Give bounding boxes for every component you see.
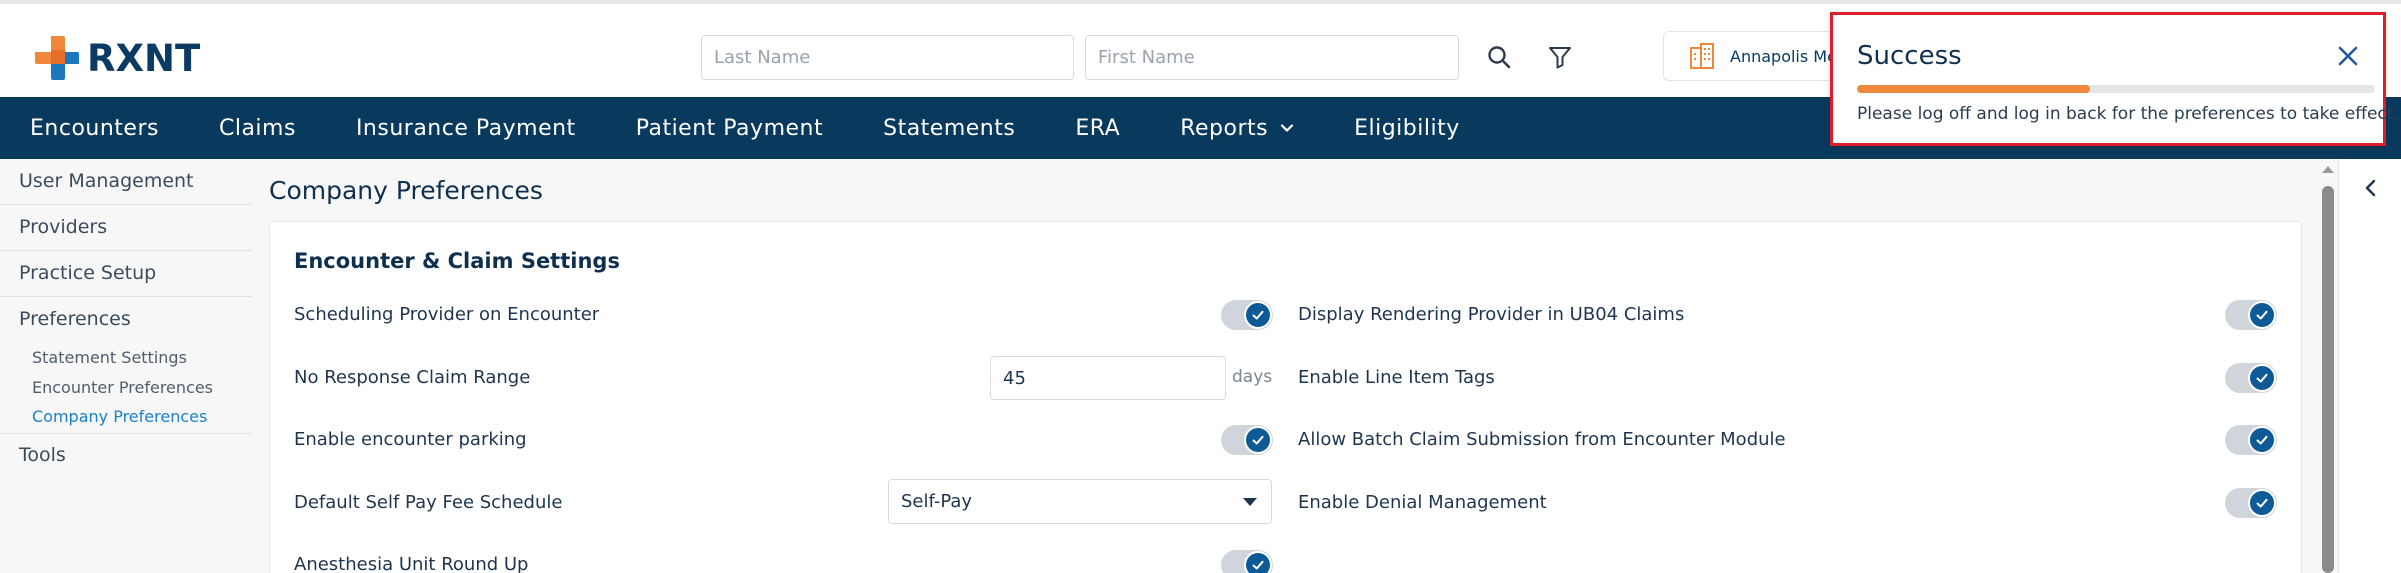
setting-label: Display Rendering Provider in UB04 Claim… xyxy=(1298,304,1685,325)
check-icon xyxy=(1252,435,1264,445)
setting-label: Enable encounter parking xyxy=(294,429,527,450)
page-title: Company Preferences xyxy=(269,176,543,205)
no-response-claim-range-input[interactable] xyxy=(990,356,1226,400)
anesthesia-round-up-toggle[interactable] xyxy=(1221,550,1273,573)
practice-name: Annapolis Me xyxy=(1730,46,1837,66)
toast-progress-bar xyxy=(1857,85,2375,93)
logo-text: RXNT xyxy=(87,36,201,80)
toast-message: Please log off and log in back for the p… xyxy=(1857,104,2399,124)
sidebar-item-preferences[interactable]: Preferences xyxy=(0,308,250,330)
toggle-knob xyxy=(2248,426,2276,454)
setting-label: No Response Claim Range xyxy=(294,367,531,388)
batch-claim-submission-toggle[interactable] xyxy=(2225,425,2277,455)
nav-era[interactable]: ERA xyxy=(1045,97,1150,159)
chevron-down-icon xyxy=(1280,124,1294,132)
toggle-knob xyxy=(2248,301,2276,329)
nav-patient-payment[interactable]: Patient Payment xyxy=(606,97,853,159)
sidebar-divider xyxy=(0,433,252,434)
check-icon xyxy=(1252,310,1264,320)
self-pay-fee-schedule-select[interactable]: Self-Pay xyxy=(888,479,1272,524)
nav-insurance-payment[interactable]: Insurance Payment xyxy=(326,97,606,159)
chevron-left-icon[interactable] xyxy=(2360,177,2382,199)
sidebar-sub-encounter-preferences[interactable]: Encounter Preferences xyxy=(32,378,213,397)
close-icon[interactable] xyxy=(2335,43,2361,69)
success-toast: Success Please log off and log in back f… xyxy=(1830,12,2399,146)
toggle-knob xyxy=(1244,426,1272,454)
rendering-provider-ub04-toggle[interactable] xyxy=(2225,300,2277,330)
caret-down-icon xyxy=(1243,498,1257,506)
toggle-knob xyxy=(2248,489,2276,517)
toast-title: Success xyxy=(1857,41,1962,71)
search-button[interactable] xyxy=(1482,40,1516,74)
select-value: Self-Pay xyxy=(901,491,973,512)
building-icon xyxy=(1690,43,1714,69)
nav-reports[interactable]: Reports xyxy=(1150,97,1324,159)
toggle-knob xyxy=(1244,301,1272,329)
first-name-input[interactable] xyxy=(1085,35,1459,80)
sidebar-item-providers[interactable]: Providers xyxy=(0,216,250,238)
filter-icon xyxy=(1549,47,1571,69)
right-panel xyxy=(2338,159,2401,573)
rxnt-logo[interactable]: RXNT xyxy=(33,32,200,84)
setting-label: Anesthesia Unit Round Up xyxy=(294,554,529,573)
sidebar-divider xyxy=(0,296,252,297)
search-icon xyxy=(1488,46,1511,69)
section-title: Encounter & Claim Settings xyxy=(294,249,620,273)
check-icon xyxy=(2256,373,2268,383)
sidebar-sub-company-preferences[interactable]: Company Preferences xyxy=(32,407,207,426)
setting-label: Enable Line Item Tags xyxy=(1298,367,1495,388)
days-unit: days xyxy=(1232,367,1273,387)
last-name-input[interactable] xyxy=(701,35,1074,80)
toggle-knob xyxy=(1244,551,1272,573)
sidebar-item-practice-setup[interactable]: Practice Setup xyxy=(0,262,250,284)
sidebar-item-tools[interactable]: Tools xyxy=(0,444,250,466)
setting-label: Allow Batch Claim Submission from Encoun… xyxy=(1298,429,1786,450)
setting-label: Scheduling Provider on Encounter xyxy=(294,304,600,325)
scheduling-provider-toggle[interactable] xyxy=(1221,300,1273,330)
logo-cross-icon xyxy=(35,36,79,80)
settings-card xyxy=(269,221,2302,573)
nav-reports-label: Reports xyxy=(1180,115,1269,141)
toast-progress-fill xyxy=(1857,85,2091,93)
denial-management-toggle[interactable] xyxy=(2225,488,2277,518)
nav-eligibility[interactable]: Eligibility xyxy=(1324,97,1490,159)
sidebar-divider xyxy=(0,204,252,205)
practice-selector[interactable]: Annapolis Me xyxy=(1663,31,1843,81)
nav-encounters[interactable]: Encounters xyxy=(0,97,189,159)
scroll-up-arrow-icon[interactable] xyxy=(2322,166,2334,173)
check-icon xyxy=(2256,310,2268,320)
sidebar-item-user-management[interactable]: User Management xyxy=(0,170,250,192)
toggle-knob xyxy=(2248,364,2276,392)
setting-label: Enable Denial Management xyxy=(1298,492,1547,513)
check-icon xyxy=(2256,435,2268,445)
check-icon xyxy=(2256,498,2268,508)
nav-statements[interactable]: Statements xyxy=(853,97,1045,159)
sidebar-sub-statement-settings[interactable]: Statement Settings xyxy=(32,348,187,367)
nav-claims[interactable]: Claims xyxy=(189,97,326,159)
setting-label: Default Self Pay Fee Schedule xyxy=(294,492,563,513)
encounter-parking-toggle[interactable] xyxy=(1221,425,1273,455)
line-item-tags-toggle[interactable] xyxy=(2225,363,2277,393)
filter-button[interactable] xyxy=(1543,40,1577,74)
check-icon xyxy=(1252,560,1264,570)
sidebar-divider xyxy=(0,250,252,251)
scrollbar-thumb[interactable] xyxy=(2322,186,2334,573)
